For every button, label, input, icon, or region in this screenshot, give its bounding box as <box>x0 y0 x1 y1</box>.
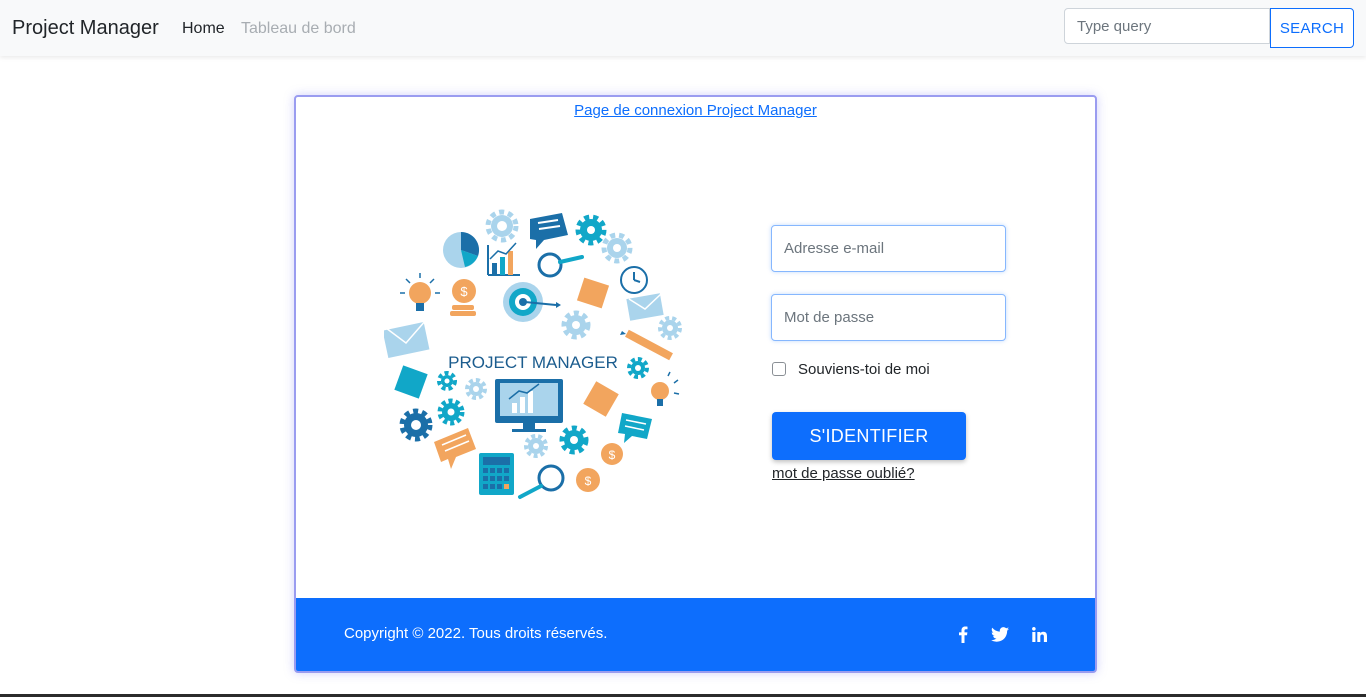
monitor-icon <box>495 379 563 432</box>
svg-text:$: $ <box>460 284 468 299</box>
coin-icon: $ <box>576 468 600 492</box>
light-bulb-icon <box>400 273 440 311</box>
magnifier-icon <box>518 464 565 499</box>
clock-icon <box>620 266 648 294</box>
target-icon <box>503 282 561 322</box>
chat-bubble-icon <box>530 213 568 249</box>
search-input[interactable] <box>1064 8 1270 44</box>
nav-link-tableau-de-bord[interactable]: Tableau de bord <box>241 19 356 39</box>
gear-icon <box>485 209 519 243</box>
gear-icon <box>437 398 465 426</box>
envelope-icon <box>384 319 430 359</box>
gear-icon <box>627 357 649 379</box>
nav-link-home[interactable]: Home <box>182 19 225 39</box>
remember-me-checkbox[interactable] <box>772 362 786 376</box>
light-bulb-icon <box>651 371 680 406</box>
magnifier-icon <box>537 252 584 278</box>
linkedin-icon[interactable] <box>1029 624 1049 644</box>
twitter-icon[interactable] <box>990 624 1010 644</box>
navbar-brand[interactable]: Project Manager <box>12 16 159 40</box>
email-field[interactable] <box>771 225 1006 272</box>
sticky-note-icon <box>583 381 619 417</box>
gear-icon <box>658 316 682 340</box>
illustration-title: PROJECT MANAGER <box>448 353 618 372</box>
envelope-icon <box>626 293 664 321</box>
sticky-note-icon <box>576 277 610 309</box>
gear-icon <box>601 232 633 264</box>
facebook-icon[interactable] <box>953 624 973 644</box>
coin-icon: $ <box>450 279 476 316</box>
password-field[interactable] <box>771 294 1006 341</box>
chat-bubble-icon <box>618 413 652 443</box>
sticky-note-icon <box>394 365 428 399</box>
gear-icon <box>437 371 457 391</box>
gear-icon <box>575 214 607 246</box>
forgot-password-link[interactable]: mot de passe oublié? <box>772 465 915 482</box>
search-button[interactable]: SEARCH <box>1270 8 1354 48</box>
svg-text:$: $ <box>609 448 616 462</box>
chat-bubble-icon <box>434 428 476 469</box>
navbar: Project Manager Home Tableau de bord SEA… <box>0 0 1366 56</box>
bar-chart-icon <box>487 242 520 276</box>
svg-text:$: $ <box>585 474 592 488</box>
login-card: Page de connexion Project Manager $ PROJ… <box>294 95 1097 673</box>
gear-icon <box>561 310 591 340</box>
login-button[interactable]: S'IDENTIFIER <box>772 412 966 460</box>
gear-icon <box>559 425 589 455</box>
gear-icon <box>524 434 548 458</box>
card-footer: Copyright © 2022. Tous droits réservés. <box>296 598 1095 671</box>
coin-icon: $ <box>601 443 623 465</box>
copyright-text: Copyright © 2022. Tous droits réservés. <box>344 625 608 642</box>
calculator-icon <box>479 453 514 495</box>
remember-me-label[interactable]: Souviens-toi de moi <box>798 361 930 378</box>
card-title-link[interactable]: Page de connexion Project Manager <box>296 102 1095 119</box>
pie-chart-icon <box>443 231 480 268</box>
project-manager-illustration: $ PROJECT MANAGER $ $ <box>384 209 682 499</box>
remember-me[interactable]: Souviens-toi de moi <box>772 359 930 379</box>
gear-icon <box>399 408 433 442</box>
gear-icon <box>465 378 487 400</box>
